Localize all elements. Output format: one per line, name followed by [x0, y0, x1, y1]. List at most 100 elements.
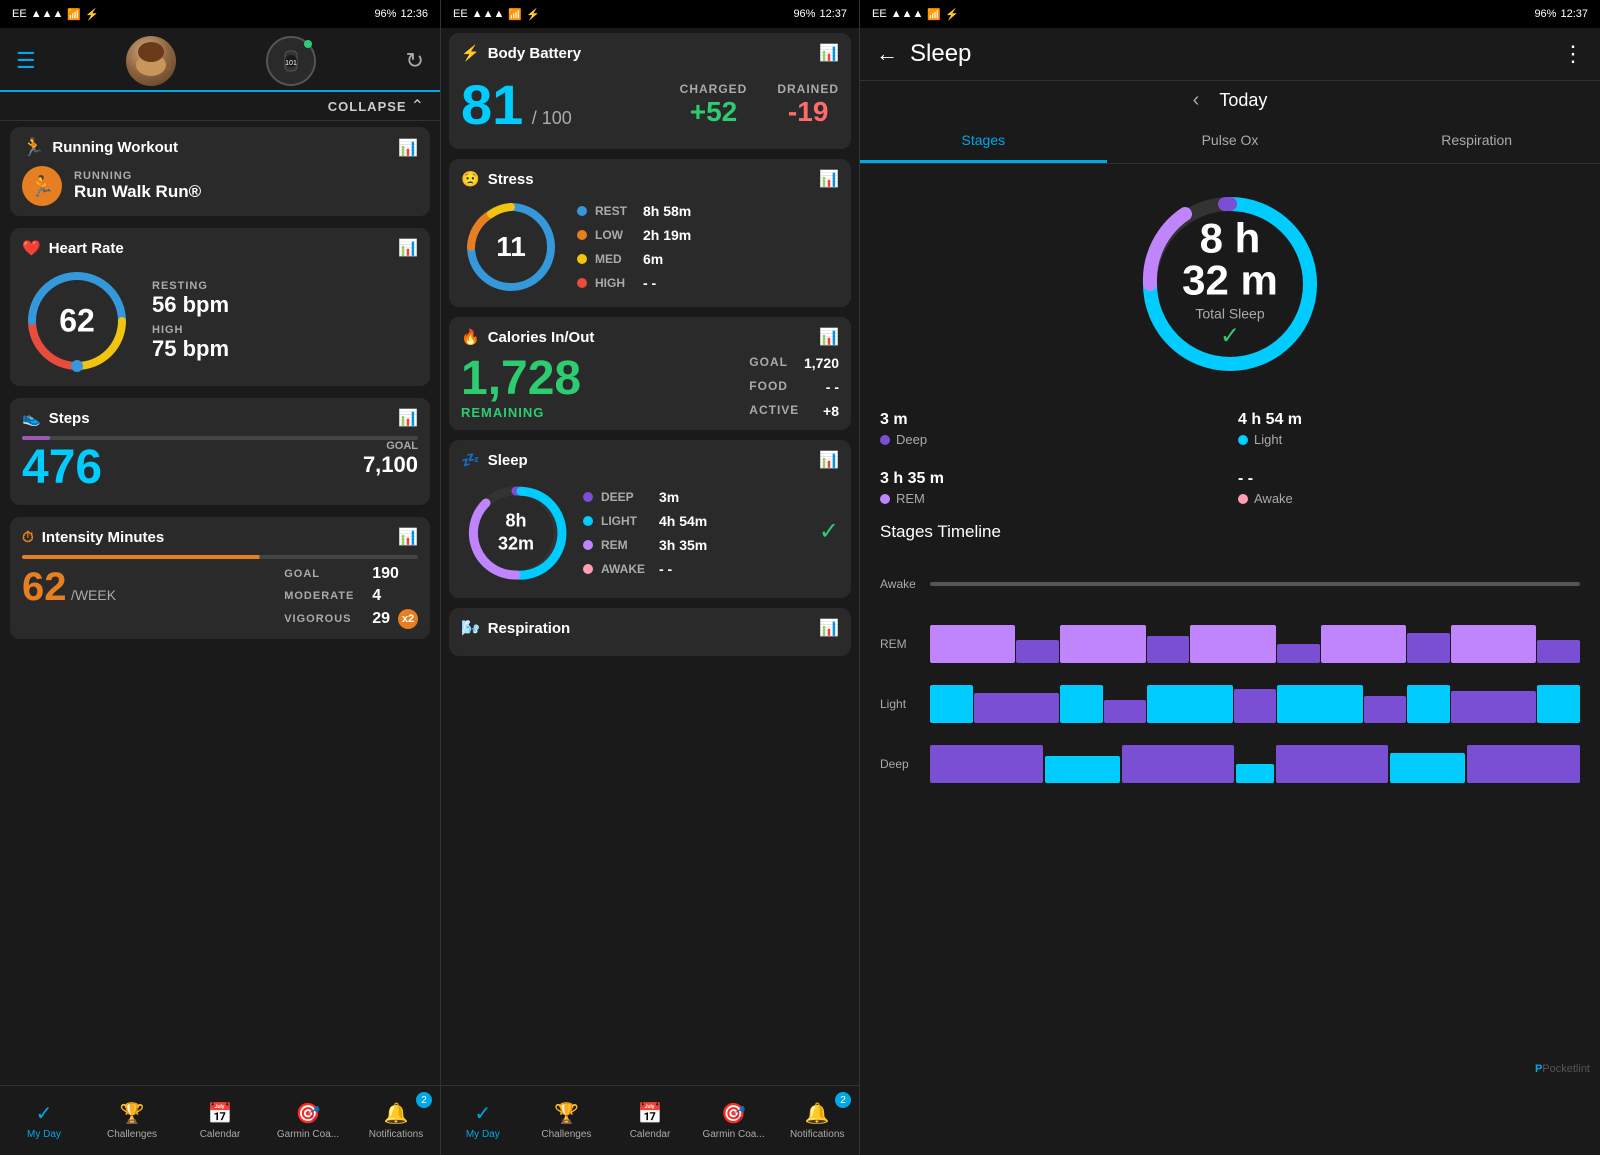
workout-content: 🏃 RUNNING Run Walk Run® [22, 166, 418, 206]
nav-challenges-mid[interactable]: 🏆 Challenges [525, 1086, 609, 1155]
hr-display: 62 RESTING 56 bpm HIGH 75 bpm [22, 266, 418, 376]
rest-label: REST [595, 204, 635, 218]
steps-chart-icon[interactable]: 📊 [398, 408, 418, 428]
deep-label: DEEP [601, 490, 651, 504]
awake-stat-dot [1238, 494, 1248, 504]
running-workout-icon: 🏃 [22, 137, 44, 158]
timeline-row-light: Light [880, 674, 1580, 734]
panel-middle: EE ▲▲▲ 📶 ⚡ 96% 12:37 ⚡ Body Battery 📊 81… [440, 0, 860, 1155]
nav-garmin-left[interactable]: 🎯 Garmin Coa... [264, 1086, 352, 1155]
sleep-card-mid: 💤 Sleep 📊 8h 32m [449, 440, 851, 598]
sleep-legend: DEEP 3m LIGHT 4h 54m REM 3h 35m AWAKE - … [583, 489, 807, 577]
menu-icon[interactable]: ☰ [16, 48, 36, 74]
respiration-chart-icon[interactable]: 📊 [819, 618, 839, 638]
light-stat: 4 h 54 m Light [1238, 404, 1580, 447]
sleep-detail-title: Sleep [910, 40, 1550, 68]
stress-icon: 😟 [461, 170, 480, 188]
light-label: LIGHT [601, 514, 651, 528]
respiration-title: Respiration [488, 620, 571, 637]
tab-respiration[interactable]: Respiration [1353, 120, 1600, 163]
high-hr-value: 75 bpm [152, 336, 229, 362]
calories-chart-icon[interactable]: 📊 [819, 327, 839, 347]
moderate-value: 4 [372, 587, 381, 605]
sleep-goal-check-icon: ✓ [1180, 322, 1280, 351]
deep-stat: 3 m Deep [880, 404, 1222, 447]
light-stat-dot [1238, 435, 1248, 445]
low-dot [577, 230, 587, 240]
nav-notifications-left[interactable]: 🔔 Notifications 2 [352, 1086, 440, 1155]
wifi-left: 📶 [67, 8, 81, 21]
intensity-card: ⏱ Intensity Minutes 📊 62 /WEEK GOAL 190 … [10, 517, 430, 639]
calories-icon: 🔥 [461, 328, 480, 346]
charged-label: CHARGED [680, 82, 748, 96]
hr-chart-icon[interactable]: 📊 [398, 238, 418, 258]
awake-stat: - - Awake [1238, 463, 1580, 506]
respiration-icon: 🌬️ [461, 619, 480, 637]
rem-stat: 3 h 35 m REM [880, 463, 1222, 506]
respiration-card: 🌬️ Respiration 📊 [449, 608, 851, 656]
svg-text:101: 101 [285, 60, 297, 67]
sleep-chart-icon[interactable]: 📊 [819, 450, 839, 470]
nav-myday-label-mid: My Day [466, 1129, 500, 1140]
refresh-icon[interactable]: ↻ [406, 48, 424, 74]
collapse-bar[interactable]: COLLAPSE ⌃ [0, 92, 440, 121]
nav-notifications-label-left: Notifications [369, 1129, 423, 1140]
prev-day-button[interactable]: ‹ [1193, 89, 1200, 112]
intensity-chart-icon[interactable]: 📊 [398, 527, 418, 547]
nav-garmin-label-mid: Garmin Coa... [702, 1129, 764, 1140]
awake-label: AWAKE [601, 562, 651, 576]
running-chart-icon[interactable]: 📊 [398, 138, 418, 158]
sleep-layout: 8h 32m DEEP 3m LIGHT 4h 54m REM 3h 35m [461, 478, 839, 588]
tab-stages[interactable]: Stages [860, 120, 1107, 163]
battery-stats: CHARGED +52 DRAINED -19 [680, 82, 839, 128]
awake-dot [583, 564, 593, 574]
resting-value: 56 bpm [152, 292, 229, 318]
nav-challenges-icon-left: 🏆 [120, 1101, 145, 1126]
bt-right: ⚡ [945, 8, 959, 21]
steps-card: 👟 Steps 📊 476 GOAL 7,100 [10, 398, 430, 505]
nav-notifications-badge-mid: 2 [835, 1092, 851, 1108]
vigorous-value: 29 [372, 610, 390, 628]
nav-notifications-mid[interactable]: 🔔 Notifications 2 [775, 1086, 859, 1155]
stress-title: Stress [488, 171, 534, 188]
med-label: MED [595, 252, 635, 266]
active-value: +8 [823, 403, 839, 419]
food-value: - - [826, 379, 839, 395]
calories-card: 🔥 Calories In/Out 📊 1,728 REMAINING GOAL… [449, 317, 851, 430]
light-dot [583, 516, 593, 526]
big-ring-text: 8 h 32 m Total Sleep ✓ [1180, 218, 1280, 351]
total-sleep-label: Total Sleep [1180, 306, 1280, 322]
carrier-left: EE [12, 8, 27, 20]
body-battery-chart-icon[interactable]: 📊 [819, 43, 839, 63]
wifi-right: 📶 [927, 8, 941, 21]
stress-chart-icon[interactable]: 📊 [819, 169, 839, 189]
big-sleep-ring: 8 h 32 m Total Sleep ✓ [1130, 184, 1330, 384]
timeline-row-deep: Deep [880, 734, 1580, 794]
back-button[interactable]: ← [876, 41, 898, 67]
bt-left: ⚡ [85, 8, 99, 21]
nav-garmin-label-left: Garmin Coa... [277, 1129, 339, 1140]
nav-calendar-mid[interactable]: 📅 Calendar [608, 1086, 692, 1155]
rem-stat-time: 3 h 35 m [880, 463, 1222, 489]
calories-remaining-label: REMAINING [461, 405, 581, 420]
nav-myday-mid[interactable]: ✓ My Day [441, 1086, 525, 1155]
steps-goal-label: GOAL [386, 440, 418, 452]
nav-calendar-left[interactable]: 📅 Calendar [176, 1086, 264, 1155]
vigorous-badge: x2 [398, 609, 418, 629]
more-options-icon[interactable]: ⋮ [1562, 41, 1584, 67]
nav-myday-left[interactable]: ✓ My Day [0, 1086, 88, 1155]
signal-left: ▲▲▲ [31, 8, 64, 20]
stress-value: 11 [496, 231, 526, 263]
stress-circle: 11 [461, 197, 561, 297]
big-sleep-ring-container: 8 h 32 m Total Sleep ✓ [860, 164, 1600, 404]
moderate-label: MODERATE [284, 590, 364, 602]
tab-pulse-ox[interactable]: Pulse Ox [1107, 120, 1354, 163]
awake-stat-type: Awake [1254, 491, 1293, 506]
nav-challenges-left[interactable]: 🏆 Challenges [88, 1086, 176, 1155]
nav-garmin-mid[interactable]: 🎯 Garmin Coa... [692, 1086, 776, 1155]
rem-stat-type: REM [896, 491, 925, 506]
timeline-label-rem: REM [880, 637, 930, 651]
deep-stat-dot [880, 435, 890, 445]
battery-right: 96% [1534, 8, 1556, 20]
time-left: 12:36 [400, 8, 428, 20]
